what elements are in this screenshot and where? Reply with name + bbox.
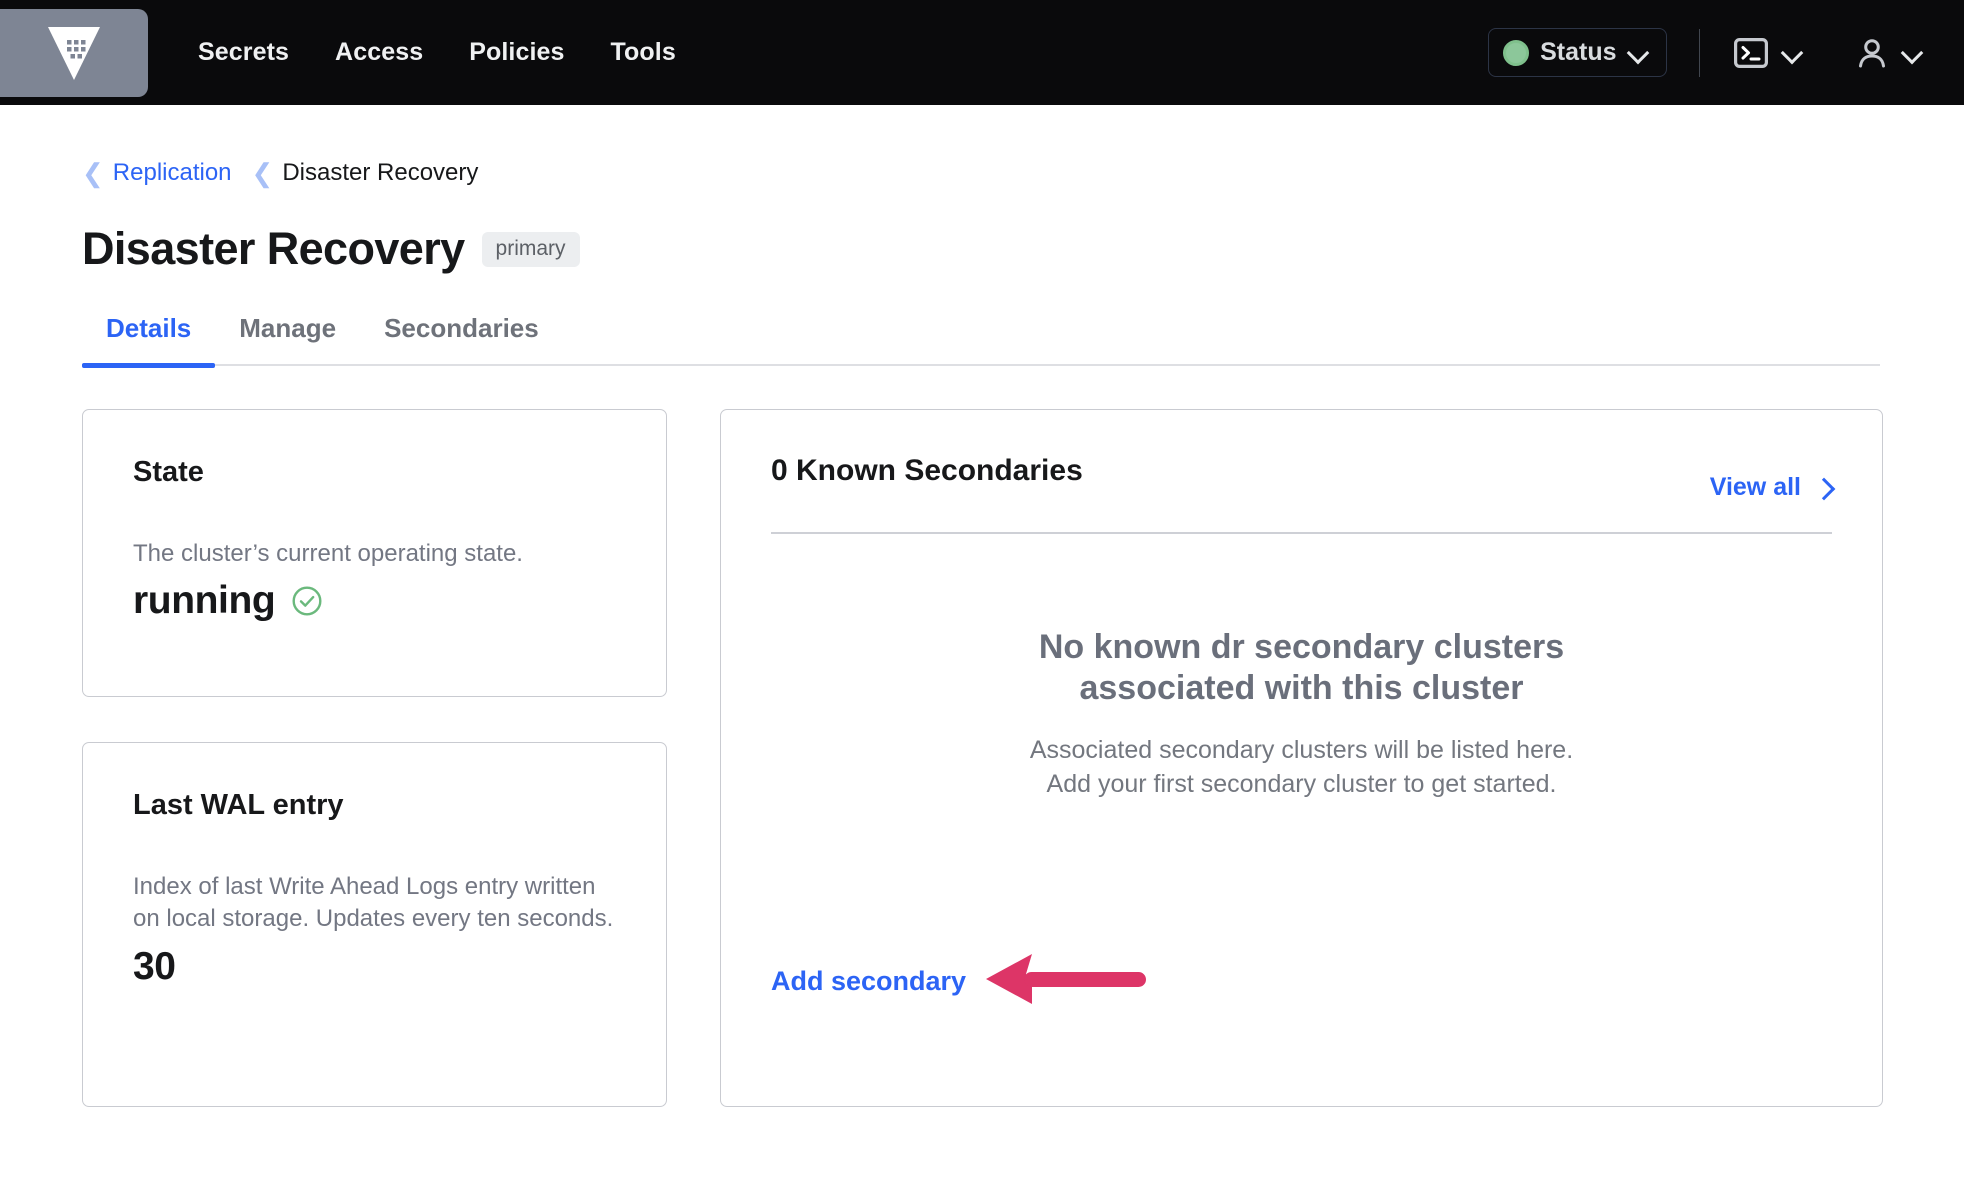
nav-link-access[interactable]: Access [335, 38, 423, 67]
state-card-description: The cluster’s current operating state. [133, 540, 523, 567]
view-all-label: View all [1709, 473, 1801, 501]
panel-title: 0 Known Secondaries [771, 454, 1083, 487]
check-circle-icon [291, 585, 323, 617]
vault-logo-button[interactable] [0, 8, 148, 97]
chevron-right-icon [1816, 480, 1832, 496]
empty-state-subtitle-line2: Add your first secondary cluster to get … [1046, 770, 1557, 799]
page-body: ❮ Replication ❮ Disaster Recovery Disast… [0, 159, 1964, 1107]
tab-bar: Details Manage Secondaries [82, 313, 1880, 368]
known-secondaries-panel: 0 Known Secondaries View all No known dr… [720, 409, 1883, 1107]
state-card-title: State [133, 456, 204, 488]
breadcrumb: ❮ Replication ❮ Disaster Recovery [82, 159, 1964, 187]
primary-nav: Secrets Access Policies Tools [198, 38, 676, 67]
status-indicator-icon [1503, 39, 1530, 66]
navbar-divider [1698, 28, 1700, 77]
tab-details[interactable]: Details [82, 313, 216, 368]
chevron-down-icon [1902, 43, 1922, 63]
vault-logo-icon [46, 24, 102, 82]
breadcrumb-current: Disaster Recovery [282, 159, 479, 186]
left-column: State The cluster’s current operating st… [82, 409, 667, 1107]
state-card: State The cluster’s current operating st… [82, 409, 667, 697]
chevron-left-icon: ❮ [251, 158, 274, 188]
wal-card-description: Index of last Write Ahead Logs entry wri… [133, 873, 614, 933]
nav-link-policies[interactable]: Policies [469, 38, 564, 67]
panel-header: 0 Known Secondaries View all [771, 454, 1832, 502]
chevron-down-icon [1782, 43, 1802, 63]
empty-state-subtitle: Associated secondary clusters will be li… [771, 734, 1832, 802]
top-navbar: Secrets Access Policies Tools Status [0, 0, 1964, 105]
breadcrumb-link-replication[interactable]: Replication [113, 159, 232, 187]
add-secondary-link[interactable]: Add secondary [771, 966, 966, 997]
navbar-right-group: Status [1488, 28, 1964, 77]
user-icon [1856, 37, 1888, 69]
empty-state-title: No known dr secondary clusters associate… [1038, 627, 1565, 707]
tab-manage[interactable]: Manage [215, 313, 360, 364]
chevron-left-icon: ❮ [82, 158, 104, 188]
add-secondary-row: Add secondary [771, 950, 1154, 1013]
right-column: 0 Known Secondaries View all No known dr… [720, 409, 1883, 1107]
content-area: State The cluster’s current operating st… [82, 409, 1964, 1107]
wal-card-value-row: 30 [133, 945, 616, 989]
console-toggle-button[interactable] [1728, 34, 1808, 72]
empty-state: No known dr secondary clusters associate… [771, 627, 1832, 802]
terminal-icon [1734, 37, 1768, 68]
wal-card-title: Last WAL entry [133, 789, 344, 821]
view-all-link[interactable]: View all [1710, 473, 1832, 502]
panel-divider [771, 532, 1832, 534]
tab-secondaries[interactable]: Secondaries [360, 313, 563, 364]
status-badge: primary [481, 231, 580, 267]
status-label: Status [1540, 38, 1617, 66]
annotation-arrow-left-icon [984, 950, 1154, 1013]
nav-link-tools[interactable]: Tools [611, 38, 676, 67]
page-title: Disaster Recovery [82, 223, 465, 274]
page-header: Disaster Recovery primary [82, 223, 1964, 275]
user-menu-button[interactable] [1850, 33, 1928, 73]
last-wal-entry-card: Last WAL entry Index of last Write Ahead… [82, 742, 667, 1107]
status-menu-button[interactable]: Status [1488, 28, 1667, 77]
state-card-value: running [133, 579, 276, 623]
chevron-down-icon [1628, 43, 1648, 63]
empty-state-subtitle-line1: Associated secondary clusters will be li… [1029, 736, 1574, 765]
wal-card-value: 30 [133, 944, 176, 988]
state-card-value-row: running [133, 579, 616, 623]
nav-link-secrets[interactable]: Secrets [198, 38, 289, 67]
